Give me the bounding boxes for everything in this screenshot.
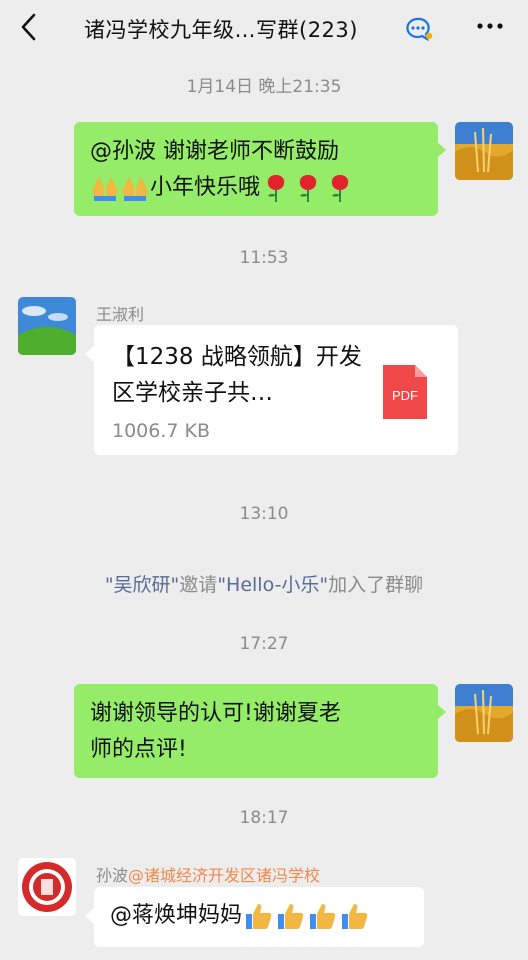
timestamp: 13:10 [239, 504, 289, 524]
message-bubble-sent[interactable]: 谢谢领导的认可!谢谢夏老 师的点评! [74, 684, 438, 778]
praying-hands-icon [92, 177, 118, 201]
sender-name: 孙波 [96, 866, 129, 885]
thumbs-up-icon [278, 904, 304, 929]
praying-hands-icon [122, 177, 148, 201]
pdf-label: PDF [392, 388, 418, 403]
rose-icon [299, 175, 317, 202]
timestamp: 17:27 [239, 634, 289, 654]
avatar-sender[interactable] [18, 858, 76, 916]
file-message[interactable]: 【1238 战略领航】开发区学校亲子共… 1006.7 KB PDF [94, 325, 458, 455]
pdf-file-icon: PDF [383, 365, 427, 419]
invitee-name[interactable]: "吴欣研" [105, 574, 179, 596]
avatar-self[interactable] [455, 122, 513, 180]
message-text: 师的点评! [90, 737, 187, 762]
more-dots-icon[interactable] [474, 14, 506, 38]
system-message: "吴欣研"邀请"Hello-小乐"加入了群聊 [0, 570, 528, 597]
message-line: 小年快乐哦 [90, 170, 422, 206]
chat-title[interactable]: 诸冯学校九年级…写群(223) [84, 14, 358, 44]
message-text: @蒋焕坤妈妈 [110, 903, 243, 928]
message-text: @孙波 谢谢老师不断鼓励 [90, 139, 339, 164]
thumbs-up-icon [310, 904, 336, 929]
avatar-self[interactable] [455, 684, 513, 742]
timestamp: 18:17 [239, 808, 289, 828]
bubble-tail [85, 908, 94, 924]
bubble-tail [85, 346, 94, 362]
new-member-name[interactable]: "Hello-小乐" [217, 574, 328, 596]
invite-word: 邀请 [179, 574, 218, 596]
join-text: 加入了群聊 [328, 574, 424, 596]
file-size: 1006.7 KB [112, 420, 211, 442]
rose-icon [331, 175, 349, 202]
thumbs-up-icon [246, 904, 272, 929]
back-chevron-icon[interactable] [14, 10, 44, 44]
chat-group-icon[interactable] [404, 16, 434, 42]
bubble-tail [437, 142, 446, 158]
sender-tag: @诸城经济开发区诸冯学校 [128, 866, 321, 885]
timestamp: 11:53 [239, 248, 289, 268]
sender-name-line: 孙波@诸城经济开发区诸冯学校 [96, 862, 320, 886]
sender-name: 王淑利 [96, 305, 145, 324]
message-bubble-sent[interactable]: @孙波 谢谢老师不断鼓励 小年快乐哦 [74, 122, 438, 216]
timestamp: 1月14日 晚上21:35 [186, 77, 342, 97]
chat-header: 诸冯学校九年级…写群(223) [0, 0, 528, 56]
avatar-sender[interactable] [18, 297, 76, 355]
thumbs-up-icon [342, 904, 368, 929]
message-bubble-received[interactable]: @蒋焕坤妈妈 [94, 887, 424, 947]
bubble-tail [437, 704, 446, 720]
message-text: 小年快乐哦 [150, 175, 261, 200]
message-text: 谢谢领导的认可!谢谢夏老 [90, 701, 341, 726]
file-name: 【1238 战略领航】开发区学校亲子共… [112, 344, 362, 406]
rose-icon [267, 175, 285, 202]
